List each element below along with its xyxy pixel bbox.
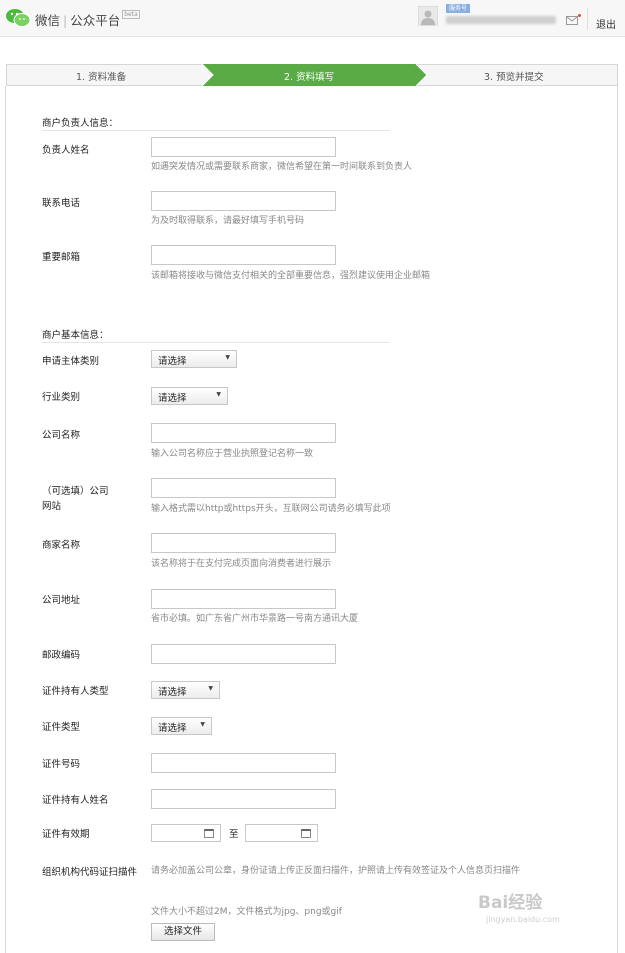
validity-end-date[interactable] [245, 824, 318, 842]
owner-section-title: 商户负责人信息： [42, 118, 119, 129]
email-label: 重要邮箱 [42, 252, 81, 263]
unread-dot [578, 14, 581, 17]
validity-label: 证件有效期 [42, 829, 90, 840]
merchant-name-label: 商家名称 [42, 540, 81, 551]
avatar[interactable] [418, 6, 438, 26]
address-label: 公司地址 [42, 595, 81, 606]
section-divider [42, 130, 390, 131]
progress-steps: 1. 资料准备 2. 资料填写 3. 预览并提交 [6, 64, 618, 86]
id-type-value: 请选择 [158, 723, 187, 734]
subject-type-select[interactable]: 请选择 ▼ [151, 350, 237, 368]
choose-file-button[interactable]: 选择文件 [151, 923, 215, 941]
header-divider [587, 8, 588, 30]
validity-start-date[interactable] [151, 824, 221, 842]
top-header: 微信 | 公众平台 beta 服务号 退出 [0, 0, 625, 37]
org-scan-label: 组织机构代码证扫描件 [42, 867, 138, 878]
dropdown-arrow-icon: ▼ [216, 391, 221, 398]
company-name-input[interactable] [151, 423, 336, 443]
holder-type-label: 证件持有人类型 [42, 686, 109, 697]
brand-name: 微信 [35, 13, 61, 28]
calendar-icon[interactable] [301, 829, 311, 838]
holder-name-label: 证件持有人姓名 [42, 795, 109, 806]
dropdown-arrow-icon: ▼ [208, 685, 213, 692]
holder-type-value: 请选择 [158, 687, 187, 698]
holder-type-select[interactable]: 请选择 ▼ [151, 681, 220, 699]
address-hint: 省市必填。如广东省广州市华景路一号南方通讯大厦 [151, 614, 359, 624]
subject-type-value: 请选择 [158, 356, 187, 367]
account-name-blurred [446, 16, 556, 24]
company-name-hint: 输入公司名称应于营业执照登记名称一致 [151, 449, 314, 459]
merchant-name-input[interactable] [151, 533, 336, 553]
owner-name-hint: 如遇突发情况或需要联系商家，微信希望在第一时间联系到负责人 [151, 162, 413, 172]
subject-type-label: 申请主体类别 [42, 356, 100, 367]
calendar-icon[interactable] [204, 829, 214, 838]
merchant-name-hint: 该名称将于在支付完成页面向消费者进行展示 [151, 559, 332, 569]
phone-hint: 为及时取得联系，请最好填写手机号码 [151, 216, 305, 226]
wechat-logo-icon [6, 9, 31, 27]
address-input[interactable] [151, 589, 336, 609]
account-type-tag: 服务号 [446, 4, 471, 13]
email-input[interactable] [151, 245, 336, 265]
watermark: Bai经验 [478, 893, 543, 913]
dropdown-arrow-icon: ▼ [200, 721, 205, 728]
org-scan-hint: 请务必加盖公司公章，身份证请上传正反面扫描件，护照请上传有效签证及个人信息页扫描… [151, 866, 521, 876]
beta-badge: beta [122, 10, 140, 19]
id-type-label: 证件类型 [42, 722, 81, 733]
id-number-label: 证件号码 [42, 759, 81, 770]
website-label: （可选填）公司网站 [42, 486, 109, 512]
platform-name: 公众平台 [70, 13, 121, 28]
company-name-label: 公司名称 [42, 430, 81, 441]
postcode-label: 邮政编码 [42, 650, 81, 661]
step-3: 3. 预览并提交 [484, 72, 544, 83]
holder-name-input[interactable] [151, 789, 336, 809]
industry-label: 行业类别 [42, 392, 81, 403]
step-2: 2. 资料填写 [284, 72, 335, 83]
brand-title: 微信 | 公众平台 beta [35, 10, 140, 28]
mail-icon[interactable] [566, 16, 578, 25]
validity-to-label: 至 [229, 829, 239, 840]
watermark-url: jingyan.baidu.com [486, 915, 560, 924]
logout-link[interactable]: 退出 [596, 16, 616, 31]
id-number-input[interactable] [151, 753, 336, 773]
owner-name-input[interactable] [151, 137, 336, 157]
email-hint: 该邮箱将接收与微信支付相关的全部重要信息，强烈建议使用企业邮箱 [151, 271, 431, 281]
user-icon [421, 10, 435, 25]
step-1: 1. 资料准备 [76, 72, 127, 83]
id-type-select[interactable]: 请选择 ▼ [151, 717, 212, 735]
dropdown-arrow-icon: ▼ [225, 354, 230, 361]
industry-value: 请选择 [158, 393, 187, 404]
section-divider [42, 342, 390, 343]
phone-label: 联系电话 [42, 198, 81, 209]
owner-name-label: 负责人姓名 [42, 145, 90, 156]
website-hint: 输入格式需以http或https开头，互联网公司请务必填写此项 [151, 504, 391, 514]
form-panel [5, 86, 618, 953]
basic-section-title: 商户基本信息： [42, 330, 109, 341]
postcode-input[interactable] [151, 644, 336, 664]
website-input[interactable] [151, 478, 336, 498]
industry-select[interactable]: 请选择 ▼ [151, 387, 228, 405]
file-size-hint: 文件大小不超过2M，文件格式为jpg、png或gif [151, 907, 342, 917]
phone-input[interactable] [151, 191, 336, 211]
